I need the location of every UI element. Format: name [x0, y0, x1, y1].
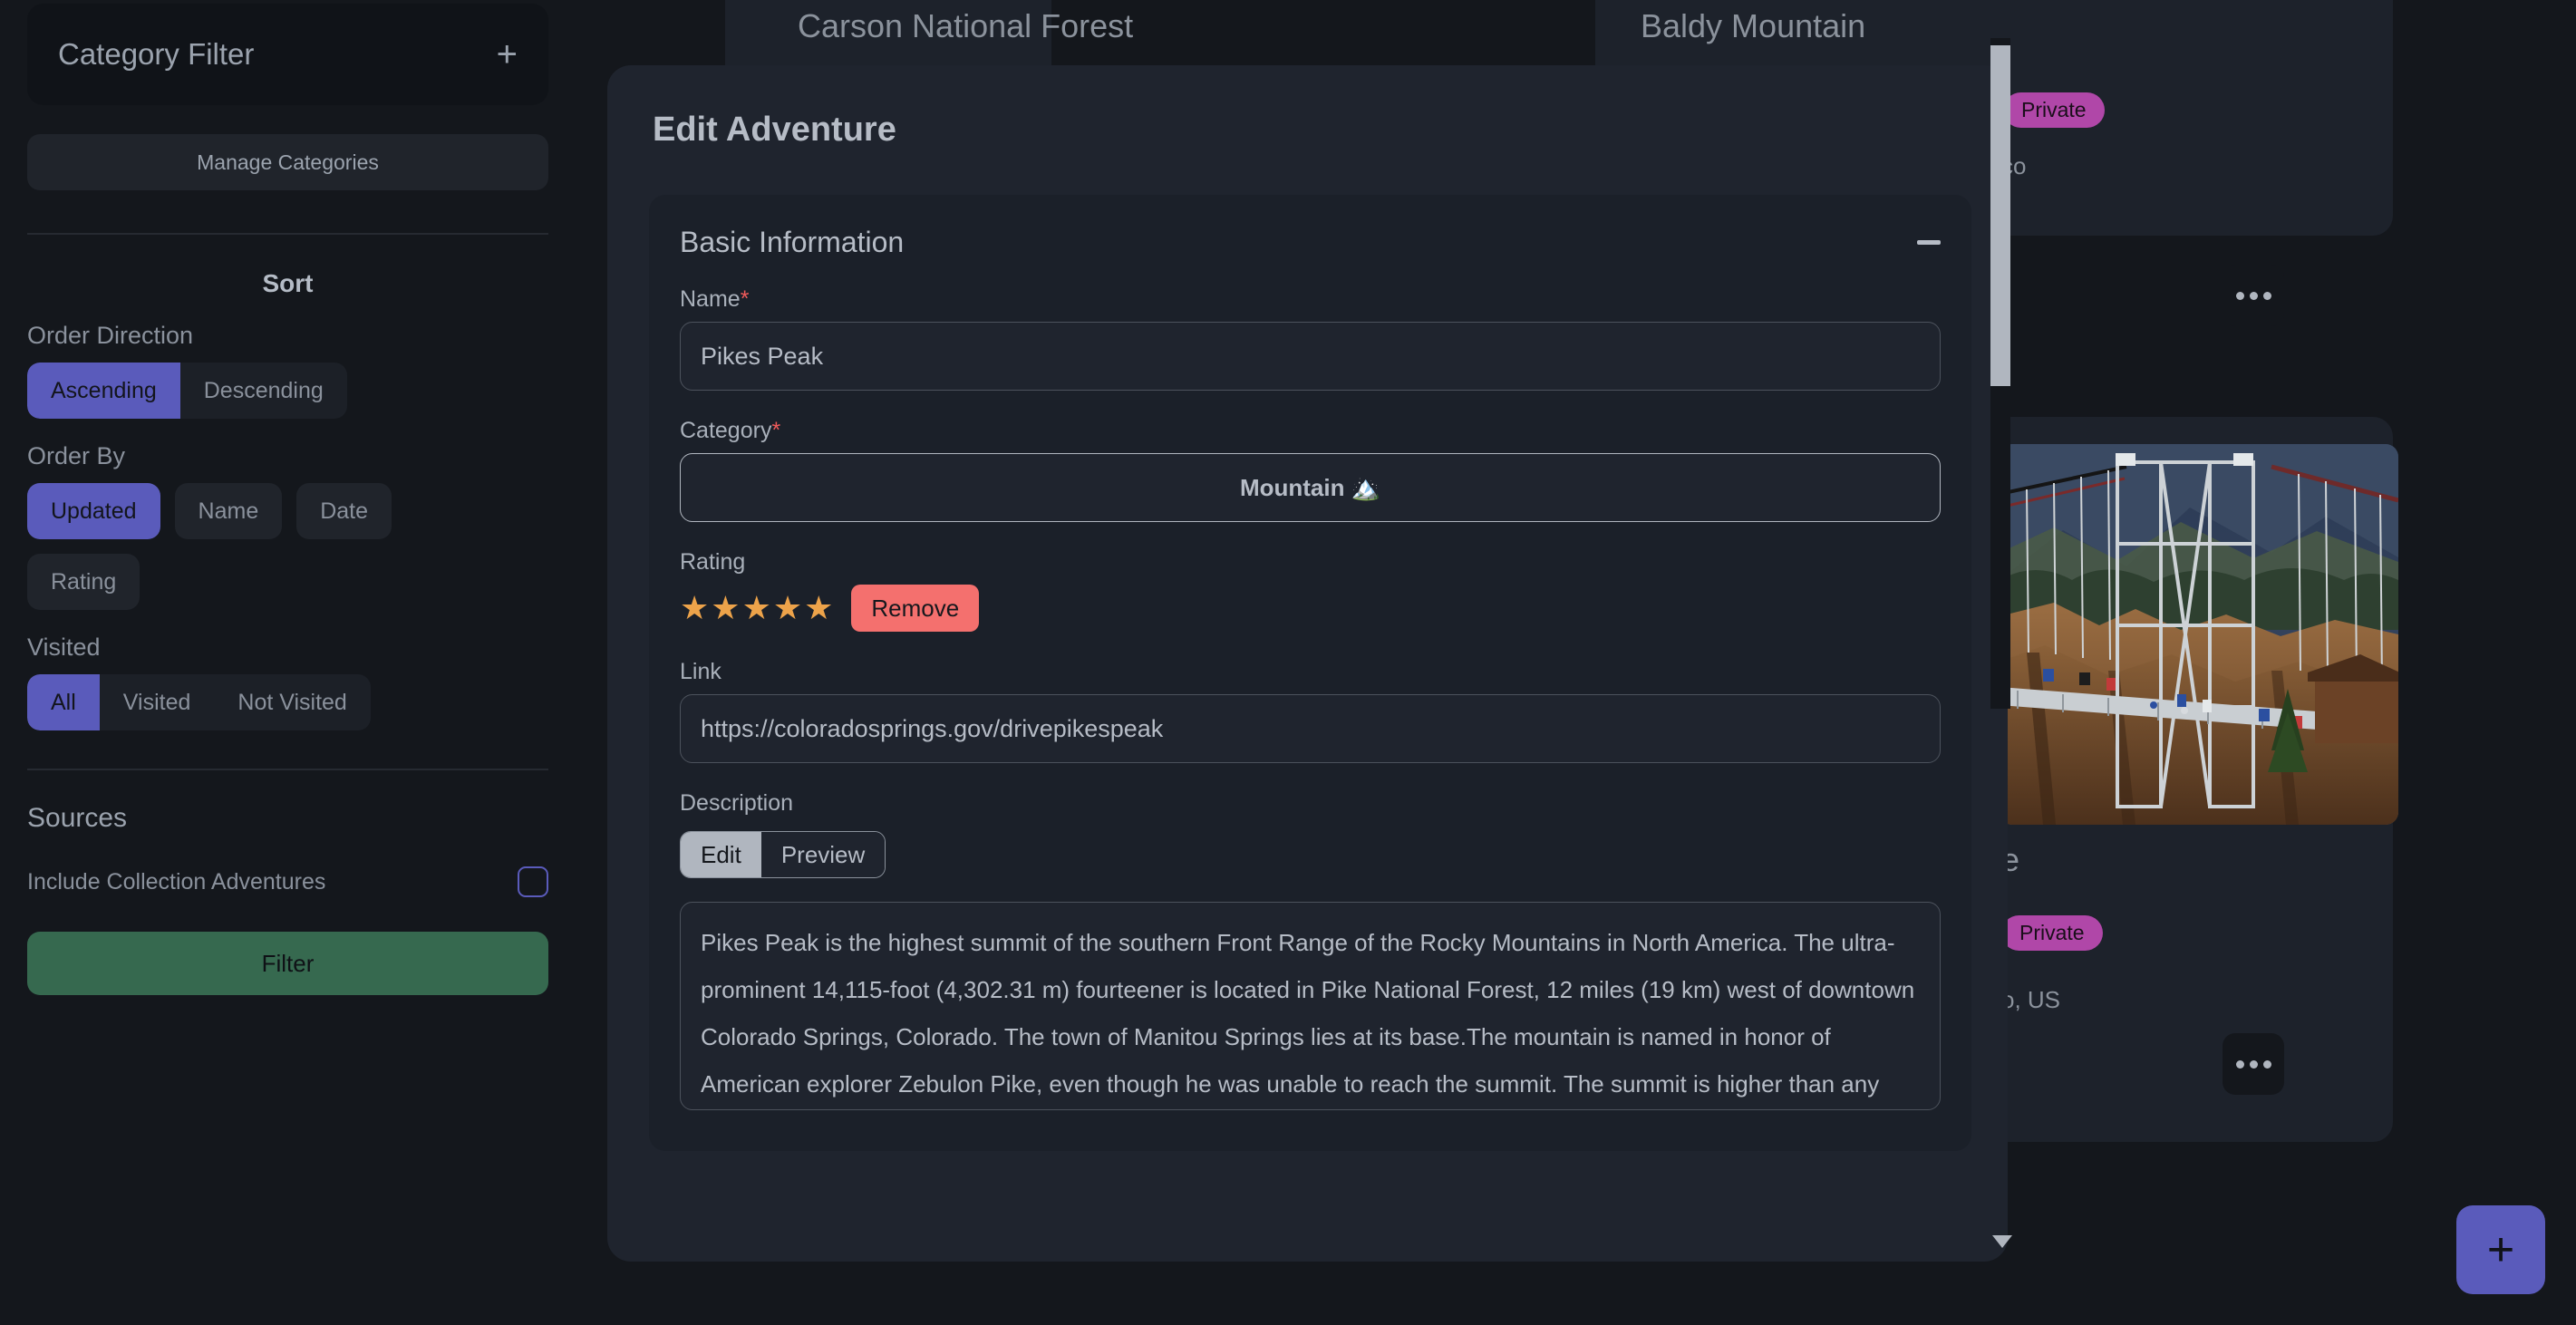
order-direction-ascending[interactable]: Ascending: [27, 363, 180, 419]
ellipsis-icon: [2250, 1060, 2258, 1069]
ellipsis-icon: [2250, 292, 2258, 300]
ellipsis-icon: [2236, 292, 2244, 300]
description-preview-tab[interactable]: Preview: [761, 832, 885, 877]
order-by-name[interactable]: Name: [175, 483, 283, 539]
sidebar-divider-top: [27, 233, 548, 235]
star-icon[interactable]: ★: [711, 592, 740, 624]
adventure-photo-royal-gorge: [2000, 444, 2398, 825]
visited-label: Visited: [27, 633, 548, 662]
order-by-chip-row-second: Rating: [27, 554, 548, 610]
category-filter-card: Category Filter +: [27, 4, 548, 105]
category-required-marker: *: [771, 418, 780, 443]
name-input[interactable]: [680, 322, 1941, 391]
description-edit-tab[interactable]: Edit: [681, 832, 761, 877]
name-required-marker: *: [741, 286, 750, 312]
adventure-more-options-button-baldy[interactable]: [2223, 265, 2284, 326]
filter-submit-button[interactable]: Filter: [27, 932, 548, 995]
order-direction-segmented-control: Ascending Descending: [27, 363, 347, 419]
sources-heading: Sources: [27, 803, 548, 834]
filter-sidebar: Category Filter + Manage Categories Sort…: [0, 0, 575, 1325]
adventure-card-title-baldy: Baldy Mountain: [1641, 7, 1865, 45]
manage-categories-button[interactable]: Manage Categories: [27, 134, 548, 190]
adventure-location-royal-gorge: o, US: [2001, 986, 2060, 1014]
adventure-card-title-carson: Carson National Forest: [798, 7, 1133, 45]
order-direction-label: Order Direction: [27, 322, 548, 350]
adventure-more-options-button-royal-gorge[interactable]: [2223, 1033, 2284, 1095]
name-label-text: Name: [680, 286, 741, 312]
link-input[interactable]: [680, 694, 1941, 763]
name-label: Name*: [680, 286, 1941, 313]
rating-stars[interactable]: ★ ★ ★ ★ ★: [680, 592, 833, 624]
rating-label: Rating: [680, 549, 1941, 575]
bridge-photo-illustration: [2000, 444, 2398, 825]
order-by-rating[interactable]: Rating: [27, 554, 140, 610]
scroll-up-arrow-icon[interactable]: [1992, 76, 2009, 87]
category-select[interactable]: Mountain 🏔️: [680, 453, 1941, 522]
visited-segmented-control: All Visited Not Visited: [27, 674, 371, 730]
status-badge-private-royal-gorge: Private: [2001, 915, 2103, 951]
sort-heading: Sort: [27, 269, 548, 298]
order-by-updated[interactable]: Updated: [27, 483, 160, 539]
visited-all[interactable]: All: [27, 674, 100, 730]
modal-title: Edit Adventure: [607, 65, 2008, 150]
description-label: Description: [680, 790, 1941, 817]
basic-information-section: Basic Information Name* Category* Mounta…: [649, 195, 1971, 1151]
remove-rating-button[interactable]: Remove: [851, 585, 979, 632]
status-badge-private-baldy: Private: [2003, 92, 2105, 128]
category-label: Category*: [680, 418, 1941, 444]
ellipsis-icon: [2263, 292, 2271, 300]
order-direction-descending[interactable]: Descending: [180, 363, 347, 419]
rating-row: ★ ★ ★ ★ ★ Remove: [680, 585, 1941, 632]
order-by-label: Order By: [27, 442, 548, 470]
sidebar-divider-bottom: [27, 769, 548, 770]
visited-not-visited[interactable]: Not Visited: [214, 674, 370, 730]
description-mode-toggle: Edit Preview: [680, 831, 886, 878]
basic-information-title: Basic Information: [680, 226, 904, 259]
include-collection-label: Include Collection Adventures: [27, 869, 325, 895]
minus-icon[interactable]: [1917, 240, 1941, 245]
add-adventure-button[interactable]: +: [2456, 1205, 2545, 1294]
order-by-chip-row: Updated Name Date: [27, 483, 548, 539]
link-label: Link: [680, 659, 1941, 685]
description-textarea[interactable]: Pikes Peak is the highest summit of the …: [680, 902, 1941, 1110]
page-scrollbar-thumb[interactable]: [1990, 45, 2010, 386]
category-label-text: Category: [680, 418, 771, 443]
plus-icon: +: [2487, 1226, 2514, 1273]
ellipsis-icon: [2236, 1060, 2244, 1069]
star-icon[interactable]: ★: [680, 592, 709, 624]
order-by-date[interactable]: Date: [296, 483, 392, 539]
ellipsis-icon: [2263, 1060, 2271, 1069]
add-category-icon[interactable]: +: [497, 36, 518, 73]
visited-visited[interactable]: Visited: [100, 674, 215, 730]
star-icon[interactable]: ★: [804, 592, 833, 624]
scroll-down-arrow-icon[interactable]: [1992, 1235, 2012, 1248]
basic-information-header[interactable]: Basic Information: [680, 226, 1941, 259]
include-collection-checkbox[interactable]: [518, 866, 548, 897]
star-icon[interactable]: ★: [742, 592, 771, 624]
include-collection-row: Include Collection Adventures: [27, 866, 548, 897]
category-filter-title: Category Filter: [58, 37, 254, 72]
app-root: Carson National Forest Baldy Mountain Pr…: [0, 0, 2576, 1325]
page-scrollbar-track[interactable]: [1990, 38, 2010, 709]
star-icon[interactable]: ★: [773, 592, 802, 624]
edit-adventure-modal: Edit Adventure Basic Information Name* C…: [607, 65, 2008, 1262]
